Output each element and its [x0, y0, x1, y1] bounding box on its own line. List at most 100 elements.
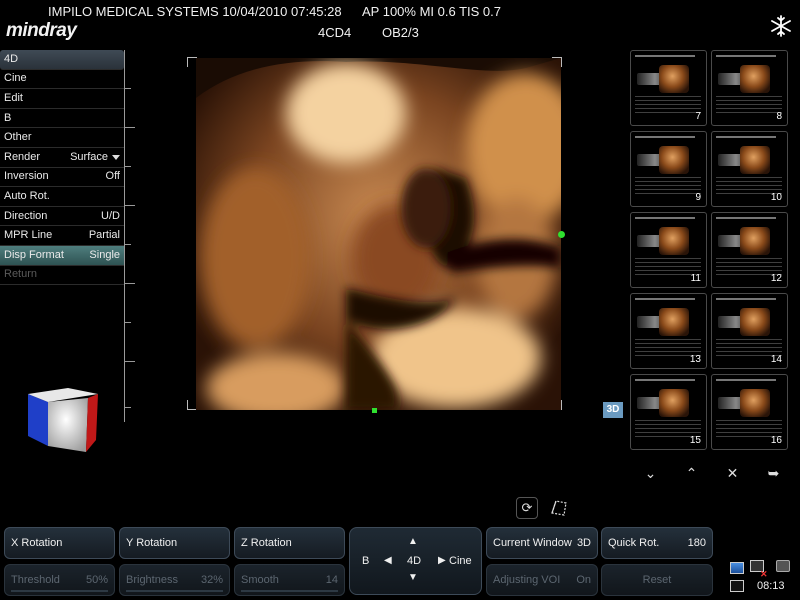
z-rotation-button[interactable]: Z Rotation	[234, 527, 345, 559]
arrow-up-icon[interactable]: ▲	[408, 536, 418, 547]
menu-item-inversion[interactable]: Inversion Off	[0, 168, 124, 188]
thumbnail-number: 7	[695, 111, 701, 122]
arrow-right-icon[interactable]: ▶	[438, 555, 446, 566]
menu-item-direction[interactable]: Direction U/D	[0, 207, 124, 227]
thumbnail-7[interactable]: 7	[630, 50, 707, 126]
thumbnail-header	[635, 379, 695, 381]
header-info: IMPILO MEDICAL SYSTEMS 10/04/2010 07:45:…	[48, 4, 342, 19]
arrow-down-icon[interactable]: ▼	[408, 572, 418, 583]
menu-value: U/D	[101, 209, 120, 222]
rotate-refresh-icon[interactable]: ⟳	[516, 497, 538, 519]
menu-label: Render	[4, 150, 41, 163]
network-icon	[730, 562, 744, 574]
thumbnail-13[interactable]: 13	[630, 293, 707, 369]
thumbnail-10[interactable]: 10	[711, 131, 788, 207]
current-window-value: 3D	[576, 537, 591, 549]
adjusting-voi-label: Adjusting VOI	[493, 574, 561, 586]
thumbnail-image	[659, 146, 689, 174]
thumbnail-12[interactable]: 12	[711, 212, 788, 288]
thumbnail-11[interactable]: 11	[630, 212, 707, 288]
thumbnail-header	[635, 55, 695, 57]
menu-label: Auto Rot.	[4, 189, 50, 202]
thumbnail-header	[635, 298, 695, 300]
z-rotation-label: Z Rotation	[241, 537, 292, 549]
send-export-icon[interactable]: ➥	[768, 465, 780, 482]
thumbnail-text	[635, 417, 701, 437]
freeze-snowflake-icon[interactable]	[770, 15, 792, 37]
chevron-down-icon	[112, 154, 120, 160]
menu-label: 4D	[4, 52, 19, 65]
adjusting-voi-value: On	[576, 574, 591, 586]
menu-value: Surface	[70, 150, 108, 163]
thumbnail-number: 11	[690, 273, 701, 284]
thumbnail-text	[635, 336, 701, 356]
thumbnail-text	[635, 174, 701, 194]
thumbnail-number: 10	[770, 192, 782, 203]
menu-item-disp-format[interactable]: Disp Format Single	[0, 245, 124, 266]
thumbnail-14[interactable]: 14	[711, 293, 788, 369]
menu-item-4d[interactable]: 4D	[0, 50, 124, 70]
mode-direction-pad[interactable]: ▲ B ◀ 4D ▶ Cine ▼	[349, 527, 482, 595]
menu-item-b[interactable]: B	[0, 109, 124, 129]
view-3d-badge: 3D	[603, 402, 623, 418]
y-rotation-button[interactable]: Y Rotation	[119, 527, 230, 559]
thumbnail-header	[716, 217, 776, 219]
thumbnail-number: 12	[770, 273, 782, 284]
render-direction-marker[interactable]	[558, 231, 565, 238]
trash-icon	[776, 560, 790, 572]
thumbnail-header	[716, 136, 776, 138]
thumbnail-15[interactable]: 15	[630, 374, 707, 450]
thumbnail-header	[716, 379, 776, 381]
thumbnail-number: 8	[776, 111, 782, 122]
x-rotation-button[interactable]: X Rotation	[4, 527, 115, 559]
pad-b-label[interactable]: B	[362, 555, 369, 567]
brand-logo: mindray	[6, 20, 77, 41]
menu-item-mpr-line[interactable]: MPR Line Partial	[0, 226, 124, 246]
thumbnail-8[interactable]: 8	[711, 50, 788, 126]
quick-rot-button[interactable]: Quick Rot. 180	[601, 527, 713, 559]
menu-item-render[interactable]: Render Surface	[0, 148, 124, 168]
menu-item-cine[interactable]: Cine	[0, 70, 124, 90]
pad-cine-label[interactable]: Cine	[449, 555, 472, 567]
menu-item-other[interactable]: Other	[0, 128, 124, 148]
arrow-left-icon[interactable]: ◀	[384, 555, 392, 566]
page-up-icon[interactable]: ⌃	[686, 465, 698, 482]
thumbnail-image	[659, 389, 689, 417]
menu-value: Partial	[88, 229, 120, 242]
thumbnail-16[interactable]: 16	[711, 374, 788, 450]
thumbnail-9[interactable]: 9	[630, 131, 707, 207]
thumbnail-image	[659, 65, 689, 93]
thumbnail-text	[635, 255, 701, 275]
x-rotation-label: X Rotation	[11, 537, 63, 549]
menu-item-return[interactable]: Return	[0, 266, 124, 286]
pad-4d-label: 4D	[407, 555, 422, 567]
brightness-value: 32%	[200, 574, 223, 586]
close-icon[interactable]: ✕	[727, 465, 739, 482]
menu-label: Edit	[4, 91, 23, 104]
left-menu: 4D Cine Edit B Other Render Surface Inve…	[0, 50, 124, 286]
thumbnail-header	[635, 136, 695, 138]
smooth-slider[interactable]: Smooth 14	[234, 564, 345, 596]
orientation-cube-icon[interactable]	[24, 386, 102, 456]
quick-rot-value: 180	[687, 537, 706, 549]
menu-item-auto-rot[interactable]: Auto Rot.	[0, 187, 124, 207]
header-acoustic-power: AP 100% MI 0.6 TIS 0.7	[362, 4, 501, 19]
menu-value: Off	[105, 170, 120, 183]
volume-box-icon[interactable]	[548, 497, 570, 519]
adjusting-voi-button[interactable]: Adjusting VOI On	[486, 564, 598, 596]
threshold-slider[interactable]: Threshold 50%	[4, 564, 115, 596]
reset-button[interactable]: Reset	[601, 564, 713, 596]
thumbnail-text	[635, 93, 701, 113]
thumbnail-number: 13	[689, 354, 701, 365]
brightness-slider[interactable]: Brightness 32%	[119, 564, 230, 596]
menu-label: B	[4, 111, 12, 124]
volume-render-image[interactable]	[196, 58, 561, 410]
menu-item-edit[interactable]: Edit	[0, 89, 124, 109]
page-down-icon[interactable]: ⌄	[645, 465, 657, 482]
menu-label: Inversion	[4, 170, 49, 183]
thumbnail-text	[716, 336, 782, 356]
render-start-marker[interactable]	[372, 408, 377, 413]
current-window-button[interactable]: Current Window 3D	[486, 527, 598, 559]
thumbnail-text	[716, 255, 782, 275]
thumbnail-number: 9	[695, 192, 701, 203]
